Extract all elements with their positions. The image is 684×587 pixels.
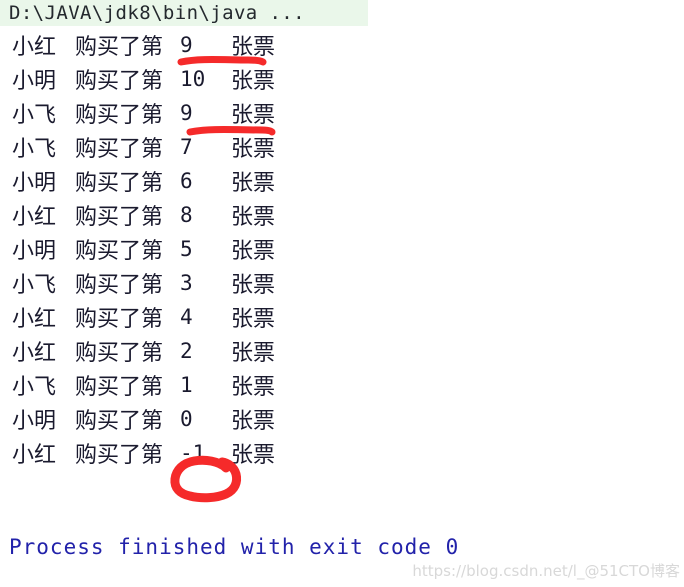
- console-row-ticket-number: 4: [180, 305, 193, 329]
- console-row-suffix: 张票: [224, 103, 275, 128]
- console-row-phrase: 购买了第: [68, 375, 170, 400]
- console-row-phrase: 购买了第: [68, 307, 170, 332]
- console-row-suffix: 张票: [224, 35, 275, 60]
- console-row-ticket-number: 9: [180, 101, 193, 125]
- console-row-buyer: 小飞: [12, 103, 57, 128]
- console-row-ticket-number: 8: [180, 203, 193, 227]
- console-row-phrase: 购买了第: [68, 239, 170, 264]
- console-row-ticket-number: 5: [180, 237, 193, 261]
- console-row: 小飞 购买了第 9 张票: [0, 96, 684, 130]
- console-row: 小明 购买了第 6 张票: [0, 164, 684, 198]
- console-row-suffix: 张票: [224, 375, 275, 400]
- console-row: 小红 购买了第 9 张票: [0, 28, 684, 62]
- console-row: 小明 购买了第 10 张票: [0, 62, 684, 96]
- console-row-phrase: 购买了第: [68, 137, 170, 162]
- console-row-phrase: 购买了第: [68, 69, 170, 94]
- console-row-ticket-number: 9: [180, 33, 193, 57]
- console-row-phrase: 购买了第: [68, 273, 170, 298]
- console-row-buyer: 小飞: [12, 137, 57, 162]
- console-row-phrase: 购买了第: [68, 35, 170, 60]
- console-row: 小红 购买了第 8 张票: [0, 198, 684, 232]
- console-row-ticket-number: 1: [180, 373, 193, 397]
- console-row-suffix: 张票: [224, 205, 275, 230]
- command-line-text: D:\JAVA\jdk8\bin\java ...: [9, 2, 305, 24]
- watermark-text: https://blog.csdn.net/l_@51CTO博客: [412, 562, 680, 580]
- console-row-ticket-number: 7: [180, 135, 193, 159]
- console-row: 小红 购买了第 2 张票: [0, 334, 684, 368]
- console-row-ticket-number: 3: [180, 271, 193, 295]
- console-row: 小红 购买了第 -1 张票: [0, 436, 684, 470]
- console-row-suffix: 张票: [224, 273, 275, 298]
- console-row-phrase: 购买了第: [68, 409, 170, 434]
- console-output-list: 小红 购买了第 9 张票 小明 购买了第 10 张票 小飞 购买了第 9 张票 小飞 …: [0, 28, 684, 470]
- console-row: 小明 购买了第 0 张票: [0, 402, 684, 436]
- console-row-suffix: 张票: [224, 239, 275, 264]
- console-row-suffix: 张票: [224, 171, 275, 196]
- console-row-buyer: 小红: [12, 35, 57, 60]
- console-row-buyer: 小明: [12, 409, 57, 434]
- console-row-suffix: 张票: [224, 341, 275, 366]
- console-row-buyer: 小明: [12, 69, 57, 94]
- console-output-screenshot: D:\JAVA\jdk8\bin\java ... 小红 购买了第 9 张票 小明…: [0, 0, 684, 587]
- console-row-ticket-number: 2: [180, 339, 193, 363]
- command-line-banner: D:\JAVA\jdk8\bin\java ...: [0, 0, 368, 26]
- process-exit-message: Process finished with exit code 0: [9, 535, 460, 559]
- console-row-buyer: 小明: [12, 239, 57, 264]
- console-row-buyer: 小明: [12, 171, 57, 196]
- console-row-ticket-number: 10: [180, 67, 206, 91]
- console-row-suffix: 张票: [224, 137, 275, 162]
- console-row: 小飞 购买了第 3 张票: [0, 266, 684, 300]
- console-row-buyer: 小红: [12, 307, 57, 332]
- console-row-buyer: 小飞: [12, 375, 57, 400]
- console-row-suffix: 张票: [224, 307, 275, 332]
- console-row-suffix: 张票: [224, 443, 275, 468]
- console-row-suffix: 张票: [224, 409, 275, 434]
- console-row-ticket-number: 0: [180, 407, 193, 431]
- console-row: 小红 购买了第 4 张票: [0, 300, 684, 334]
- console-row-phrase: 购买了第: [68, 443, 170, 468]
- console-row-ticket-number: 6: [180, 169, 193, 193]
- console-row: 小明 购买了第 5 张票: [0, 232, 684, 266]
- console-row-suffix: 张票: [224, 69, 275, 94]
- console-row-buyer: 小红: [12, 341, 57, 366]
- console-row-phrase: 购买了第: [68, 171, 170, 196]
- console-row-buyer: 小飞: [12, 273, 57, 298]
- console-row-phrase: 购买了第: [68, 103, 170, 128]
- console-row-buyer: 小红: [12, 205, 57, 230]
- console-row-buyer: 小红: [12, 443, 57, 468]
- console-row: 小飞 购买了第 7 张票: [0, 130, 684, 164]
- console-row: 小飞 购买了第 1 张票: [0, 368, 684, 402]
- console-row-ticket-number: -1: [180, 441, 206, 465]
- console-row-phrase: 购买了第: [68, 341, 170, 366]
- console-row-phrase: 购买了第: [68, 205, 170, 230]
